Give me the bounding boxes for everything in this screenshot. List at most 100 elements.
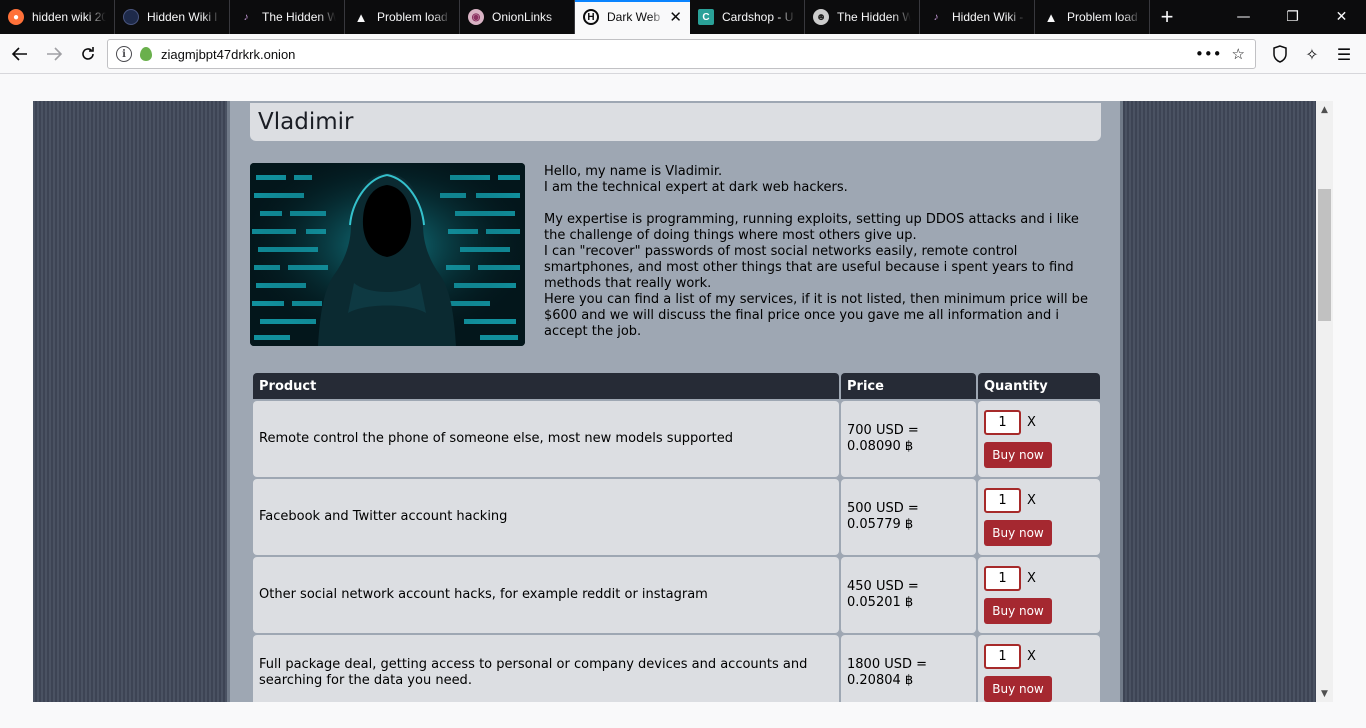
close-icon[interactable]: ✕: [669, 8, 682, 26]
new-tab-button[interactable]: +: [1150, 0, 1184, 34]
reload-icon[interactable]: [72, 38, 104, 70]
card-logo-icon: C: [698, 9, 714, 25]
multiply-label: X: [1027, 492, 1036, 508]
price-usd: 700 USD =: [847, 423, 919, 438]
main-content: Vladimir Hello, my name is Vladimir. I a…: [227, 101, 1123, 702]
profile-header: Vladimir: [250, 103, 1101, 141]
hamburger-menu-icon[interactable]: ☰: [1328, 38, 1360, 70]
tab-title: Cardshop - U: [722, 10, 794, 24]
table-row: Other social network account hacks, for …: [253, 557, 1100, 633]
tab-6[interactable]: C Cardshop - U: [690, 0, 805, 34]
tab-title: Problem load: [1067, 10, 1138, 24]
price-cell: 500 USD = 0.05779 ฿: [841, 479, 976, 555]
warning-icon: ▲: [1044, 9, 1058, 25]
product-cell: Full package deal, getting access to per…: [253, 635, 839, 702]
quantity-cell: X Buy now: [978, 479, 1100, 555]
tab-4[interactable]: ◉ OnionLinks: [460, 0, 575, 34]
buy-now-button[interactable]: Buy now: [984, 442, 1052, 468]
url-bar[interactable]: i ziagmjbpt47drkrk.onion ••• ☆: [107, 39, 1256, 69]
onion-icon: [140, 47, 152, 61]
tab-title: Hidden Wiki -: [952, 10, 1024, 24]
tab-5-active[interactable]: H Dark Web ✕: [575, 0, 690, 34]
tab-title: Problem load: [377, 10, 448, 24]
product-cell: Other social network account hacks, for …: [253, 557, 839, 633]
url-text[interactable]: ziagmjbpt47drkrk.onion: [161, 47, 295, 62]
tab-2[interactable]: ♪ The Hidden W: [230, 0, 345, 34]
scroll-down-arrow-icon[interactable]: ▼: [1316, 685, 1333, 702]
price-btc: 0.08090 ฿: [847, 439, 914, 454]
minimize-icon[interactable]: —: [1219, 0, 1268, 34]
table-row: Remote control the phone of someone else…: [253, 401, 1100, 477]
products-table: Product Price Quantity Remote control th…: [251, 371, 1102, 702]
multiply-label: X: [1027, 414, 1036, 430]
scroll-up-arrow-icon[interactable]: ▲: [1316, 101, 1333, 118]
close-window-icon[interactable]: ✕: [1317, 0, 1366, 34]
tab-9[interactable]: ▲ Problem load: [1035, 0, 1150, 34]
product-cell: Remote control the phone of someone else…: [253, 401, 839, 477]
more-actions-icon[interactable]: •••: [1195, 45, 1222, 63]
back-arrow-icon[interactable]: [4, 38, 36, 70]
tab-7[interactable]: ☻ The Hidden W: [805, 0, 920, 34]
table-row: Full package deal, getting access to per…: [253, 635, 1100, 702]
quantity-cell: X Buy now: [978, 557, 1100, 633]
restore-icon[interactable]: ❐: [1268, 0, 1317, 34]
hacker-image: [250, 163, 525, 346]
magic-wand-icon[interactable]: ✧: [1296, 38, 1328, 70]
warning-icon: ▲: [354, 9, 368, 25]
forward-arrow-icon[interactable]: [38, 38, 70, 70]
table-row: Facebook and Twitter account hacking 500…: [253, 479, 1100, 555]
price-btc: 0.05779 ฿: [847, 517, 914, 532]
tab-title: Hidden Wiki l: [147, 10, 218, 24]
tab-title: OnionLinks: [492, 10, 553, 24]
price-btc: 0.05201 ฿: [847, 595, 914, 610]
tab-title: Dark Web: [607, 10, 661, 24]
navigation-bar: i ziagmjbpt47drkrk.onion ••• ☆ ✧ ☰: [0, 34, 1366, 74]
scrollbar-thumb[interactable]: [1318, 189, 1331, 321]
multiply-label: X: [1027, 648, 1036, 664]
tab-strip: ● hidden wiki 20 Hidden Wiki l ♪ The Hidde…: [0, 0, 1366, 34]
tab-8[interactable]: ♪ Hidden Wiki -: [920, 0, 1035, 34]
onion-icon: ♪: [243, 11, 249, 23]
tab-0[interactable]: ● hidden wiki 20: [0, 0, 115, 34]
price-btc: 0.20804 ฿: [847, 673, 914, 688]
column-header-quantity: Quantity: [978, 373, 1100, 399]
onion-icon: ◉: [468, 9, 484, 25]
price-cell: 450 USD = 0.05201 ฿: [841, 557, 976, 633]
vertical-scrollbar[interactable]: ▲ ▼: [1316, 101, 1333, 702]
onion-icon: ♪: [933, 11, 939, 23]
column-header-price: Price: [841, 373, 976, 399]
shield-icon[interactable]: [1264, 38, 1296, 70]
mask-icon: ☻: [813, 9, 829, 25]
bookmark-star-icon[interactable]: ☆: [1232, 45, 1245, 63]
quantity-input[interactable]: [984, 410, 1021, 435]
tab-1[interactable]: Hidden Wiki l: [115, 0, 230, 34]
page-title: Vladimir: [258, 109, 354, 135]
quantity-input[interactable]: [984, 566, 1021, 591]
price-cell: 1800 USD = 0.20804 ฿: [841, 635, 976, 702]
table-header-row: Product Price Quantity: [253, 373, 1100, 399]
onion-icon: ●: [8, 9, 24, 25]
price-usd: 500 USD =: [847, 501, 919, 516]
window-controls: — ❐ ✕: [1219, 0, 1366, 34]
quantity-cell: X Buy now: [978, 401, 1100, 477]
price-usd: 450 USD =: [847, 579, 919, 594]
tab-title: hidden wiki 20: [32, 10, 106, 24]
tab-title: The Hidden W: [837, 10, 911, 24]
intro-text: Hello, my name is Vladimir. I am the tec…: [544, 164, 1088, 339]
product-cell: Facebook and Twitter account hacking: [253, 479, 839, 555]
buy-now-button[interactable]: Buy now: [984, 520, 1052, 546]
h-logo-icon: H: [583, 9, 599, 25]
tab-3[interactable]: ▲ Problem load: [345, 0, 460, 34]
quantity-input[interactable]: [984, 644, 1021, 669]
page-viewport: Vladimir Hello, my name is Vladimir. I a…: [0, 75, 1366, 728]
price-cell: 700 USD = 0.08090 ฿: [841, 401, 976, 477]
buy-now-button[interactable]: Buy now: [984, 598, 1052, 624]
tab-title: The Hidden W: [262, 10, 336, 24]
info-icon[interactable]: i: [116, 46, 132, 62]
quantity-cell: X Buy now: [978, 635, 1100, 702]
multiply-label: X: [1027, 570, 1036, 586]
circle-logo-icon: [123, 9, 139, 25]
buy-now-button[interactable]: Buy now: [984, 676, 1052, 702]
column-header-product: Product: [253, 373, 839, 399]
quantity-input[interactable]: [984, 488, 1021, 513]
